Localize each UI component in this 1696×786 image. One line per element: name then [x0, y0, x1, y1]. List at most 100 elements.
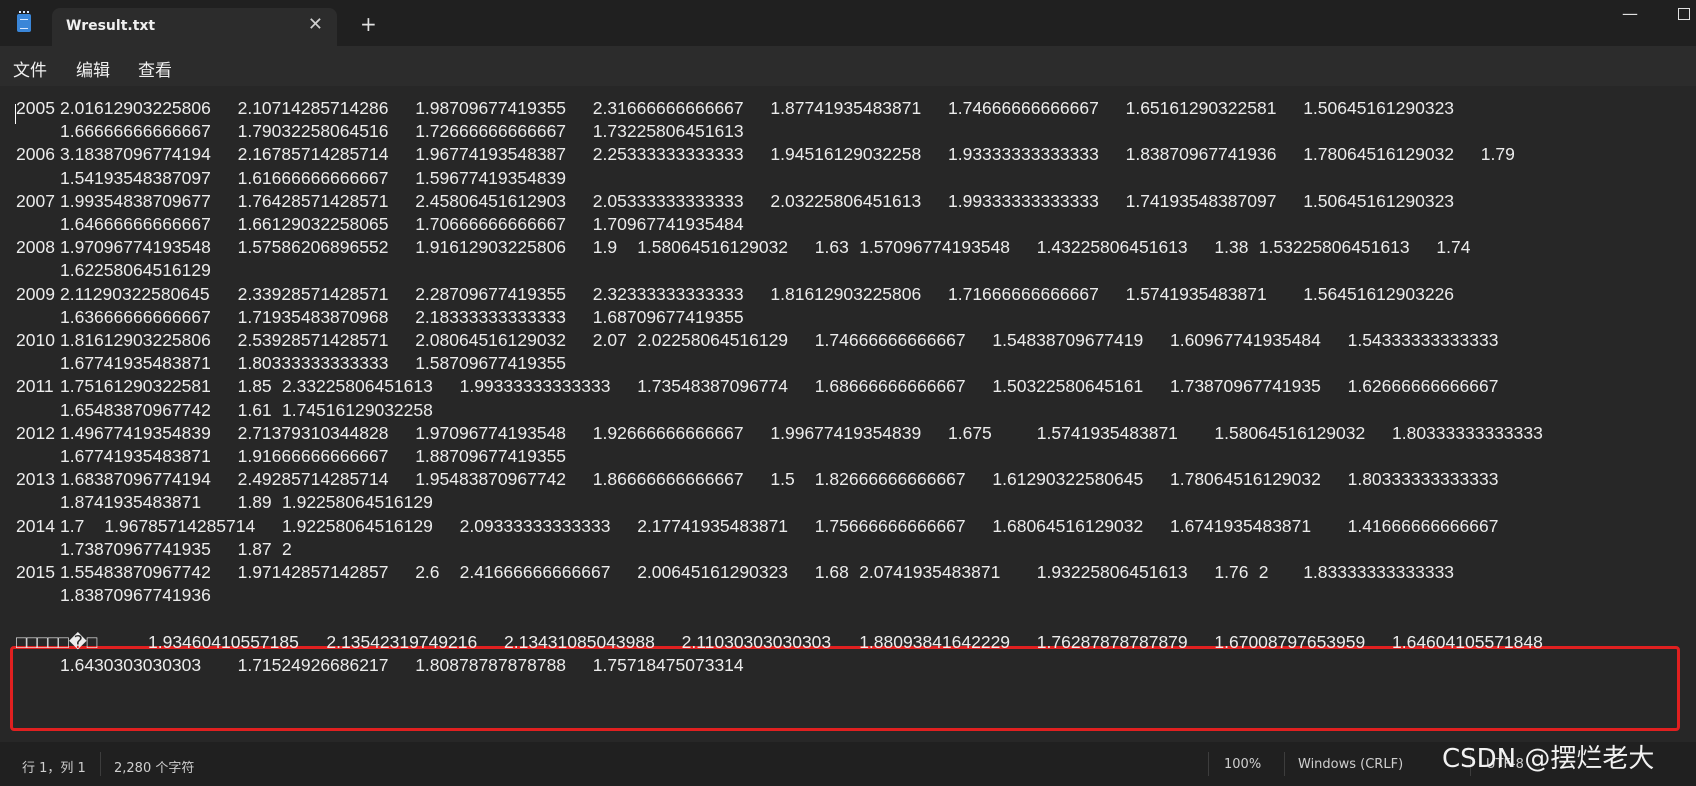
data-value: 1.58064516129032 [637, 237, 789, 258]
data-value: 2.32333333333333 [592, 283, 744, 304]
text-line: 2014 1.7 1.96785714285714 1.92258064516129 2… [16, 514, 1686, 538]
data-value: 1.97096774193548 [60, 237, 211, 258]
data-value: 1.87 [237, 538, 272, 559]
data-value: 1.74666666666667 [814, 330, 966, 350]
data-value: 1.59677419354839 [415, 167, 567, 188]
data-value: 1.63 [814, 237, 849, 258]
new-tab-button[interactable]: + [360, 12, 377, 36]
data-value: 1.92258064516129 [282, 515, 433, 536]
text-line: 2009 2.11290322580645 2.33928571428571 2.28… [16, 282, 1686, 306]
data-value: 1.675 [948, 422, 992, 443]
text-line: □□□□□�□ 1.93460410557185 2.13542319749216 2… [16, 630, 1686, 654]
data-value: 1.66129032258065 [237, 214, 389, 234]
text-line: 1.73870967741935 1.87 2 [16, 537, 1686, 561]
menu-view[interactable]: 查看 [138, 56, 172, 81]
data-value: 1.61 [237, 399, 272, 420]
data-value: 2.03225806451613 [770, 190, 922, 211]
data-value: 1.93460410557185 [148, 631, 299, 652]
menu-edit[interactable]: 编辑 [76, 56, 110, 81]
data-value: 1.96785714285714 [104, 515, 256, 536]
char-count: 2,280 个字符 [114, 761, 195, 776]
data-value: 2.41666666666667 [459, 562, 611, 582]
data-value: 1.73870967741935 [1170, 376, 1321, 397]
data-value: 2.05333333333333 [592, 190, 744, 211]
data-value: 1.62258064516129 [60, 260, 211, 281]
line-label: 2010 [16, 330, 55, 350]
line-label: 2011 [16, 376, 54, 397]
data-value: 1.50645161290323 [1303, 190, 1455, 211]
text-line: 2010 1.81612903225806 2.53928571428571 2.08… [16, 328, 1686, 352]
data-value: 2.10714285714286 [237, 98, 389, 118]
csdn-watermark: CSDN @摆烂老大 [1442, 744, 1655, 774]
data-value: 2.01612903225806 [60, 98, 211, 118]
menu-bar: 文件 编辑 查看 [0, 46, 1696, 86]
line-label: 2015 [16, 562, 55, 582]
data-value: 1.76 [1214, 562, 1249, 582]
data-value: 1.80333333333333 [1347, 469, 1499, 490]
data-value: 1.75161290322581 [60, 376, 211, 397]
data-value: 2.0741935483871 [859, 562, 1001, 582]
title-bar: Wresult.txt ✕ + — [0, 0, 1696, 46]
data-value: 1.78064516129032 [1170, 469, 1321, 490]
data-value: 2.28709677419355 [415, 283, 567, 304]
data-value: 1.97142857142857 [237, 562, 389, 582]
data-value: 1.54333333333333 [1347, 330, 1499, 350]
data-value: 2.08064516129032 [415, 330, 567, 350]
text-line: 2015 1.55483870967742 1.97142857142857 2.6 2… [16, 560, 1686, 584]
data-value: 1.61290322580645 [992, 469, 1144, 490]
cursor-position: 行 1，列 1 [22, 761, 86, 776]
maximize-icon[interactable] [1678, 8, 1690, 20]
data-value: 2.53928571428571 [237, 330, 389, 350]
line-label: 2009 [16, 283, 55, 304]
data-value: 2.25333333333333 [592, 144, 744, 165]
data-value: 2.6 [415, 562, 440, 582]
data-value: 1.80333333333333 [1392, 422, 1543, 443]
data-value: 2.33928571428571 [237, 283, 389, 304]
text-line: 1.67741935483871 1.91666666666667 1.887096… [16, 444, 1686, 468]
data-value: 2.11030303030303 [681, 631, 832, 652]
tab-title: Wresult.txt [66, 18, 156, 34]
data-value: 1.64604105571848 [1392, 631, 1543, 652]
notepad-icon [17, 11, 31, 32]
data-value: 1.78064516129032 [1303, 144, 1455, 165]
data-value: 1.70666666666667 [415, 214, 567, 234]
line-label: □□□□□�□ [16, 631, 98, 652]
data-value: 1.9 [592, 237, 618, 258]
text-line: 2005 2.01612903225806 2.10714285714286 1.98… [16, 96, 1686, 120]
data-value: 2.33225806451613 [282, 376, 433, 397]
data-value: 1.87741935483871 [770, 98, 922, 118]
menu-file[interactable]: 文件 [13, 56, 47, 81]
data-value: 1.55483870967742 [60, 562, 211, 582]
text-line: 2013 1.68387096774194 2.49285714285714 1.95… [16, 467, 1686, 491]
data-value: 1.91612903225806 [415, 237, 567, 258]
data-value: 1.71666666666667 [948, 283, 1099, 304]
data-value: 2.07 [592, 330, 627, 350]
zoom-level[interactable]: 100% [1224, 757, 1261, 772]
data-value: 2.09333333333333 [459, 515, 611, 536]
line-label: 2013 [16, 469, 55, 490]
data-value: 1.74516129032258 [282, 399, 433, 420]
data-value: 1.49677419354839 [60, 422, 211, 443]
data-value: 2.31666666666667 [592, 98, 744, 118]
data-value: 1.80878787878788 [415, 654, 567, 675]
data-value: 1.83870967741936 [60, 585, 211, 606]
data-value: 1.81612903225806 [60, 330, 211, 350]
line-ending[interactable]: Windows (CRLF) [1298, 757, 1403, 772]
data-value: 2.02258064516129 [637, 330, 789, 350]
text-line: 1.83870967741936 [16, 583, 1686, 607]
text-line: 1.63666666666667 1.71935483870968 2.183333… [16, 305, 1686, 329]
text-line: 1.66666666666667 1.79032258064516 1.726666… [16, 119, 1686, 143]
data-value: 1.71524926686217 [237, 654, 389, 675]
data-value: 1.81612903225806 [770, 283, 922, 304]
text-line: 2012 1.49677419354839 2.71379310344828 1.97… [16, 421, 1686, 445]
minimize-icon[interactable]: — [1622, 4, 1638, 23]
text-line: 2011 1.75161290322581 1.85 2.33225806451613… [16, 374, 1686, 398]
data-value: 1.79 [1480, 144, 1515, 165]
data-value: 1.99354838709677 [60, 190, 211, 211]
data-value: 2.13542319749216 [326, 631, 478, 652]
text-line: 1.67741935483871 1.80333333333333 1.587096… [16, 351, 1686, 375]
text-editor[interactable]: 2005 2.01612903225806 2.10714285714286 1.98… [0, 86, 1696, 742]
close-tab-icon[interactable]: ✕ [308, 14, 323, 35]
tab-wresult[interactable]: Wresult.txt ✕ [52, 8, 337, 46]
data-value: 2.18333333333333 [415, 306, 567, 327]
